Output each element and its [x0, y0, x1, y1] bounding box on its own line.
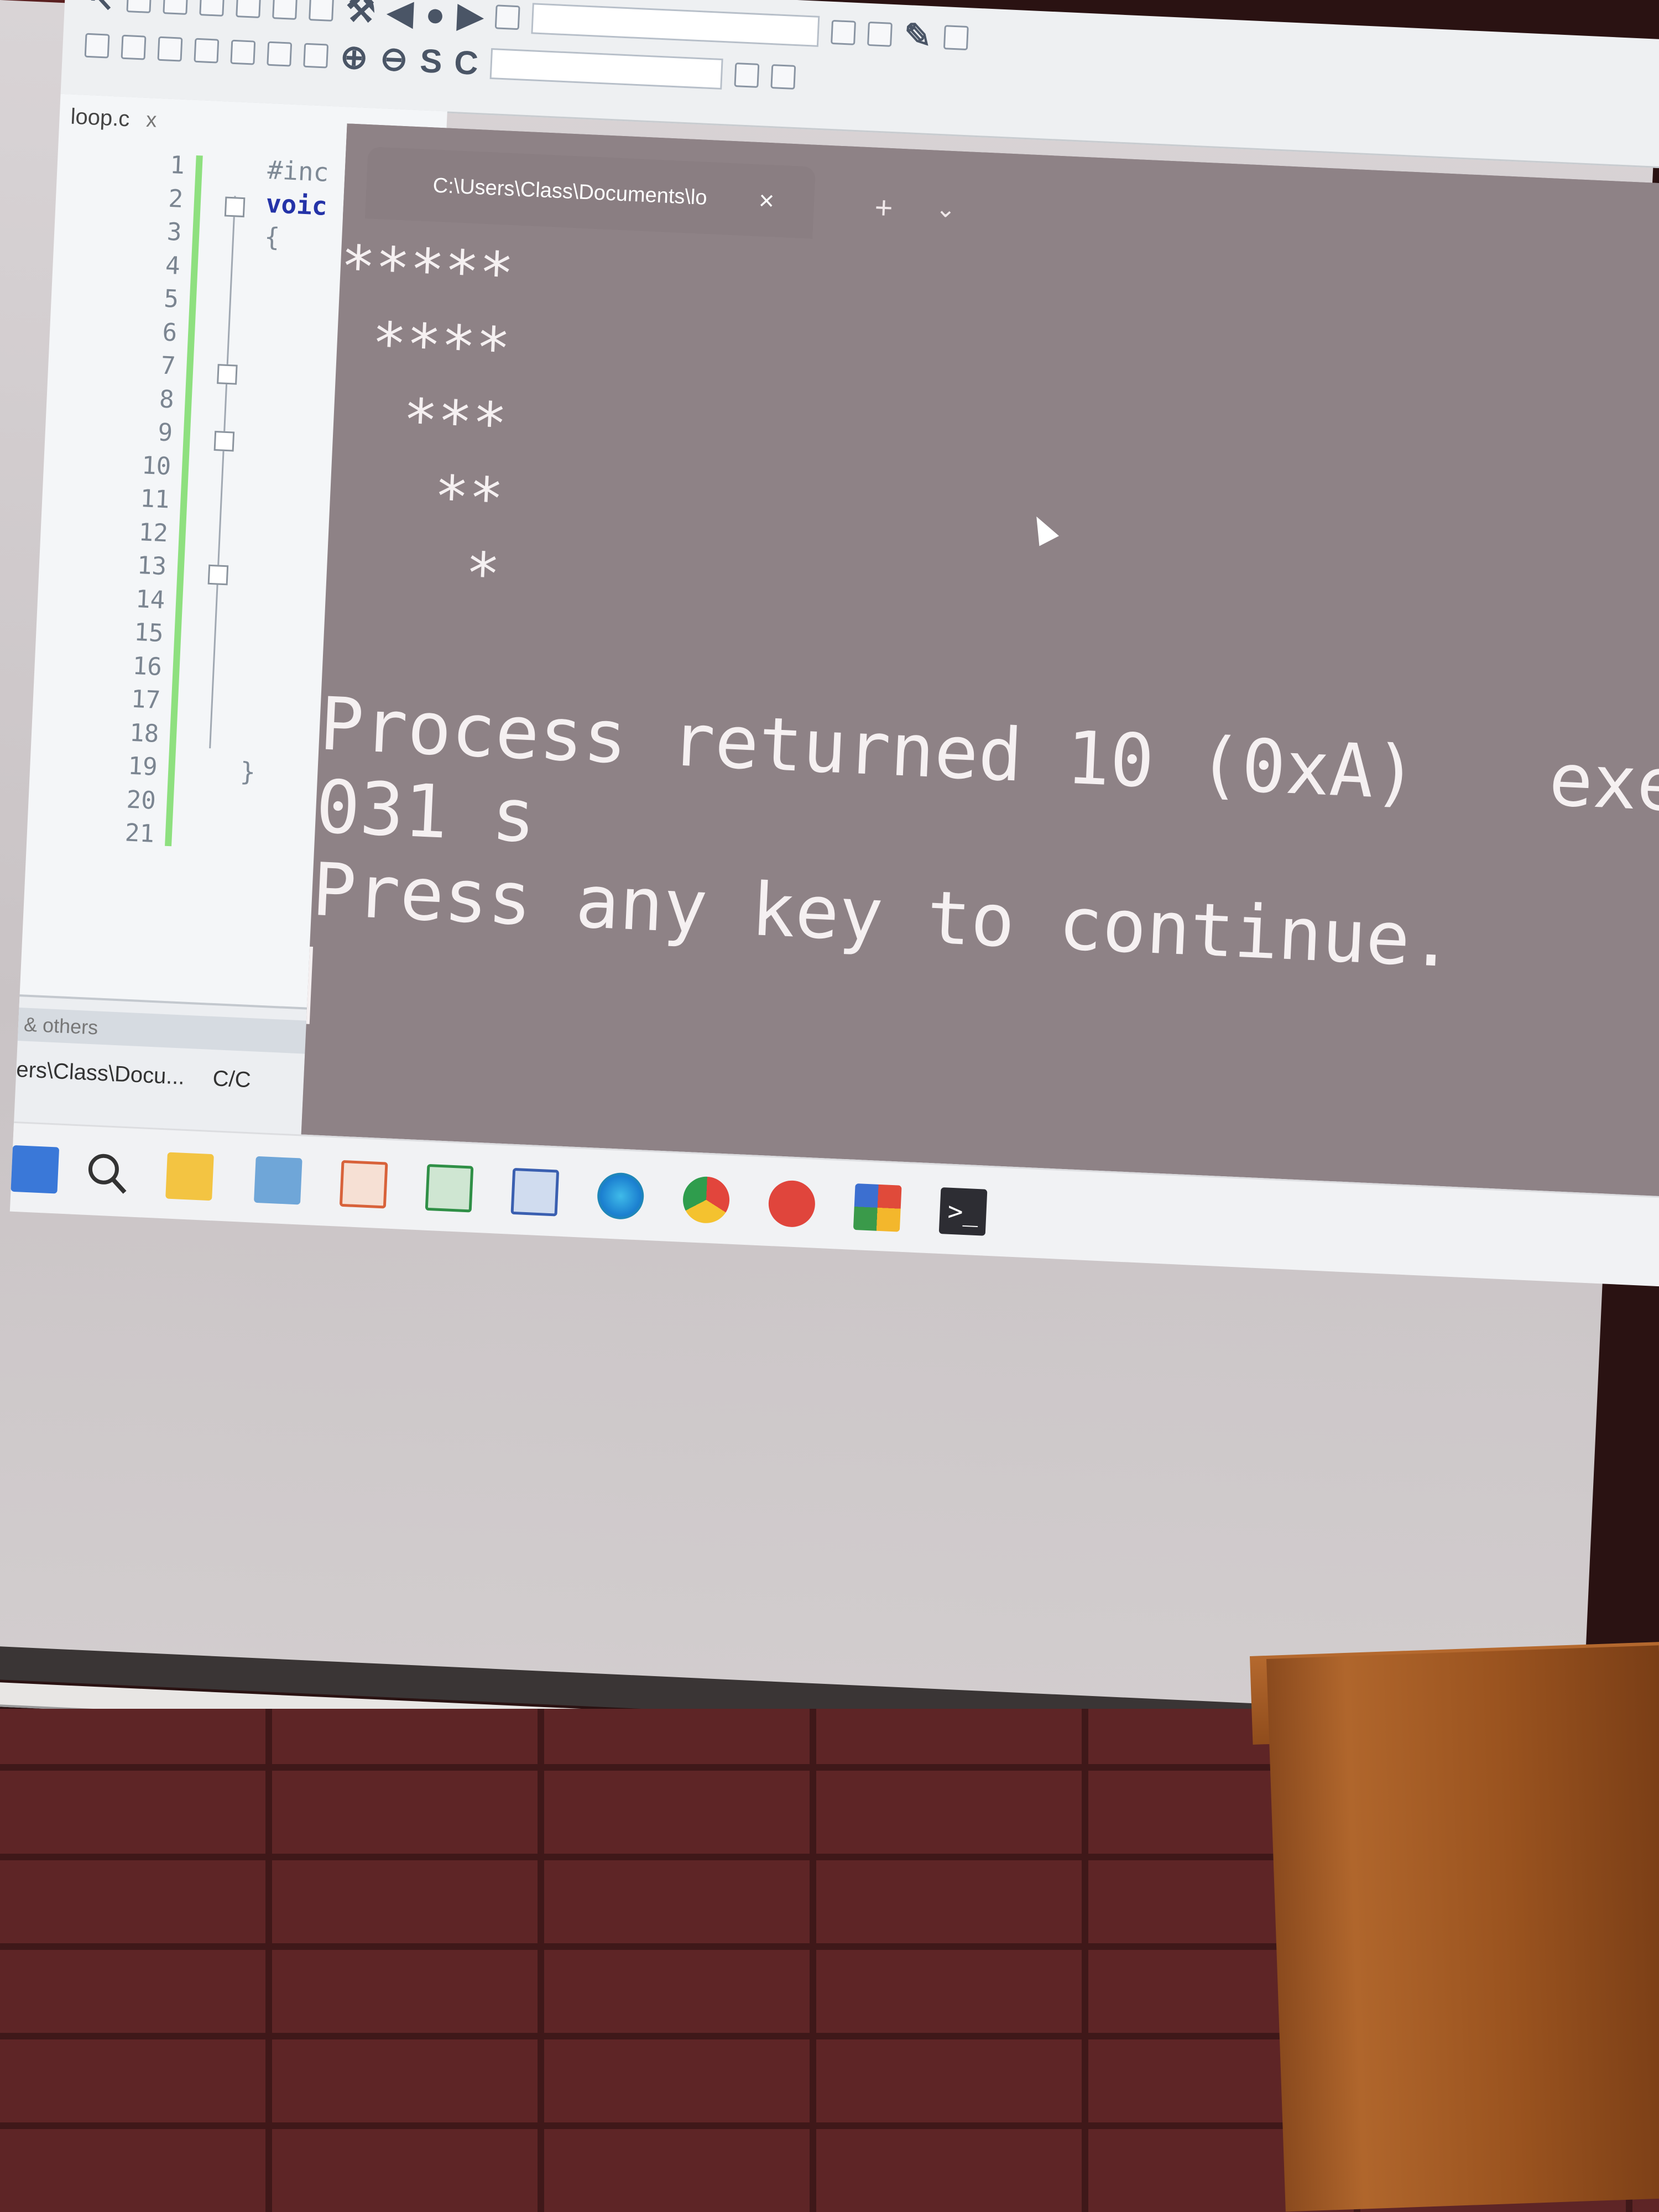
layout-1-icon[interactable] — [230, 39, 256, 65]
wooden-podium — [1266, 1645, 1659, 2212]
code-line-2: voic — [265, 188, 328, 221]
console-tab[interactable]: C:\Users\Class\Documents\lo × — [364, 147, 816, 239]
forward-icon[interactable] — [867, 21, 893, 47]
line-number: 21 — [124, 818, 155, 848]
line-number: 19 — [127, 752, 158, 781]
output-line: *** — [332, 382, 509, 458]
line-number: 16 — [132, 651, 163, 681]
symbol-c-button[interactable]: C — [453, 43, 479, 82]
window-3-icon[interactable] — [157, 36, 183, 62]
step-forward-icon[interactable]: ▶ — [457, 0, 484, 35]
chrome-icon[interactable] — [682, 1175, 731, 1224]
press-any-key-line: Press any key to continue. — [310, 847, 1456, 984]
code-line-19: } — [239, 756, 257, 787]
symbol-s-button[interactable]: S — [419, 41, 443, 81]
line-number: 7 — [160, 351, 176, 380]
line-number: 8 — [159, 384, 175, 414]
projected-desktop: ↖ ⚒ ◀ ● ▶ ✎ ⊕ ⊖ — [4, 0, 1659, 1426]
window-1-icon[interactable] — [84, 33, 110, 59]
line-number: 14 — [135, 585, 166, 614]
status-file-path: ers\Class\Docu... — [15, 1057, 185, 1089]
image-tool-icon[interactable] — [163, 0, 189, 15]
fold-toggle-icon[interactable] — [217, 364, 238, 385]
pointer-icon[interactable]: ↖ — [86, 0, 116, 19]
console-tab-title: C:\Users\Class\Documents\lo — [432, 173, 708, 210]
editor-file-tab[interactable]: loop.c x — [70, 100, 158, 137]
line-number: 6 — [161, 318, 178, 347]
layout-3-icon[interactable] — [303, 43, 329, 69]
word-icon[interactable] — [510, 1167, 560, 1217]
line-number: 4 — [165, 251, 181, 280]
code-line-1: #inc — [267, 154, 330, 187]
line-number: 17 — [130, 685, 161, 715]
status-bar: ers\Class\Docu... C/C — [15, 1057, 251, 1093]
layout-2-icon[interactable] — [267, 41, 293, 67]
windows-start-icon[interactable] — [11, 1145, 60, 1194]
line-number: 13 — [136, 551, 168, 581]
control-panel-icon[interactable] — [253, 1156, 302, 1205]
fold-toggle-icon[interactable] — [213, 431, 235, 452]
close-icon[interactable]: × — [758, 185, 775, 216]
line-number: 9 — [157, 418, 174, 447]
logs-panel-header[interactable]: & others — [17, 1008, 307, 1054]
output-line: * — [325, 533, 502, 608]
console-output: ***** **** *** ** * Process returned 10 … — [306, 228, 1659, 1024]
zoom-out-icon[interactable]: ⊖ — [379, 39, 409, 79]
stop-icon[interactable] — [494, 4, 520, 30]
window-4-icon[interactable] — [194, 38, 220, 64]
edit-tool-icon[interactable] — [199, 0, 225, 17]
output-line: ***** — [339, 232, 515, 308]
line-number: 15 — [133, 618, 164, 648]
line-number-gutter: 1 2 3 4 5 6 7 8 9 10 11 12 13 14 15 16 1… — [71, 145, 185, 851]
line-number: 10 — [141, 451, 172, 481]
breakpoint-icon[interactable]: ● — [425, 0, 446, 34]
fold-toggle-icon[interactable] — [224, 196, 246, 218]
mouse-cursor-icon — [1026, 511, 1059, 546]
output-line: ** — [328, 457, 505, 533]
fold-guide — [209, 196, 236, 749]
status-language: C/C — [212, 1066, 252, 1093]
code-text[interactable]: #inc voic { } — [239, 153, 330, 791]
line-number: 20 — [126, 785, 156, 815]
codeblocks-icon[interactable] — [339, 1160, 388, 1209]
settings-icon[interactable] — [770, 64, 796, 90]
line-number: 1 — [169, 150, 186, 180]
highlight-icon[interactable]: ✎ — [903, 16, 932, 56]
app-tiles-icon[interactable] — [853, 1183, 902, 1232]
debug-window-icon[interactable] — [943, 25, 969, 51]
search-icon[interactable] — [82, 1149, 131, 1197]
line-number: 11 — [139, 484, 170, 514]
find-icon[interactable] — [734, 62, 760, 88]
edge-icon[interactable] — [596, 1171, 645, 1220]
terminal-icon[interactable]: >_ — [938, 1187, 988, 1236]
help-icon[interactable] — [309, 0, 335, 22]
wrench-icon[interactable]: ⚒ — [345, 0, 377, 30]
excel-icon[interactable] — [425, 1164, 474, 1213]
fold-toggle-icon[interactable] — [207, 564, 229, 586]
build-target-combo[interactable] — [531, 3, 820, 47]
wps-office-icon[interactable] — [768, 1179, 816, 1228]
step-back-icon[interactable]: ◀ — [387, 0, 414, 32]
symbol-combo[interactable] — [489, 48, 723, 90]
elapsed-time-line: 031 s — [314, 764, 538, 859]
line-number: 12 — [138, 518, 169, 547]
line-number: 18 — [129, 718, 160, 748]
zoom-in-icon[interactable]: ⊕ — [340, 38, 369, 77]
new-tab-button[interactable]: + — [874, 189, 894, 226]
console-window[interactable]: C:\Users\Class\Documents\lo × + ⌄ ***** … — [301, 123, 1659, 1200]
file-explorer-icon[interactable] — [165, 1152, 214, 1201]
rect-tool-icon[interactable] — [126, 0, 152, 14]
editor-file-tab-label: loop.c — [70, 104, 131, 131]
line-number: 2 — [168, 184, 184, 213]
line-number: 3 — [166, 217, 182, 247]
output-line: **** — [336, 307, 512, 383]
editor-file-tab-close[interactable]: x — [145, 108, 157, 132]
code-line-3: { — [264, 221, 281, 252]
chevron-down-icon[interactable]: ⌄ — [935, 195, 957, 224]
back-icon[interactable] — [830, 19, 856, 45]
bookmark-icon[interactable] — [272, 0, 298, 20]
window-2-icon[interactable] — [121, 34, 147, 60]
line-number: 5 — [163, 284, 180, 314]
comment-icon[interactable] — [236, 0, 262, 18]
